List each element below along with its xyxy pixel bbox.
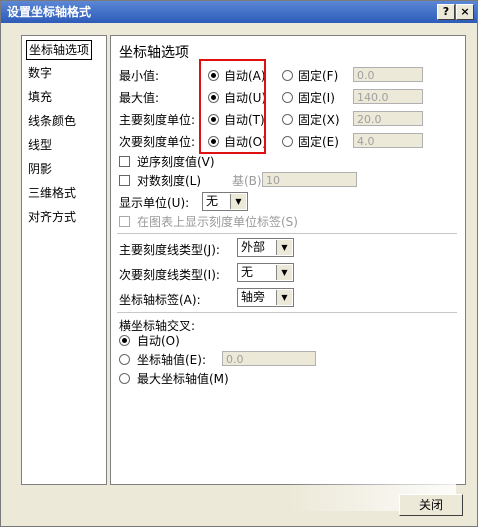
log-base-label: 基(B):: [232, 174, 266, 188]
display-unit-select[interactable]: 无 ▼: [202, 192, 248, 211]
format-axis-dialog: 设置坐标轴格式 ? × 坐标轴选项 数字 填充 线条颜色 线型 阴影 三维格式 …: [0, 0, 478, 527]
separator: [117, 233, 457, 234]
chevron-down-icon: ▼: [276, 265, 292, 280]
help-icon[interactable]: ?: [437, 4, 455, 20]
chevron-down-icon: ▼: [276, 290, 292, 305]
max-label: 最大值:: [119, 91, 160, 105]
cross-value-field[interactable]: 0.0: [222, 351, 316, 366]
axis-labels-value: 轴旁: [241, 290, 266, 304]
minor-unit-value-field[interactable]: 4.0: [353, 133, 423, 148]
cross-value-radio[interactable]: [119, 354, 130, 365]
nav-item-line-color[interactable]: 线条颜色: [26, 112, 78, 130]
nav-item-shadow[interactable]: 阴影: [26, 160, 54, 178]
highlight-annotation: [199, 59, 266, 154]
major-tick-select[interactable]: 外部 ▼: [237, 238, 294, 257]
minor-unit-fixed-label: 固定(E): [298, 135, 339, 149]
axis-options-panel: 坐标轴选项 最小值: 自动(A) 固定(F) 0.0 最大值: 自动(U) 固定…: [110, 35, 466, 485]
axis-labels-select[interactable]: 轴旁 ▼: [237, 288, 294, 307]
show-unit-label-checkbox[interactable]: [119, 216, 130, 227]
major-tick-label: 主要刻度线类型(J):: [119, 243, 220, 257]
reverse-checkbox[interactable]: [119, 156, 130, 167]
max-fixed-radio[interactable]: [282, 92, 293, 103]
log-base-field[interactable]: 10: [262, 172, 357, 187]
minor-tick-label: 次要刻度线类型(I):: [119, 268, 220, 282]
chevron-down-icon: ▼: [276, 240, 292, 255]
dialog-title: 设置坐标轴格式: [7, 5, 92, 19]
cross-max-radio[interactable]: [119, 373, 130, 384]
nav-item-fill[interactable]: 填充: [26, 88, 54, 106]
panel-heading: 坐标轴选项: [119, 45, 189, 61]
max-fixed-label: 固定(I): [298, 91, 335, 105]
minor-tick-value: 无: [241, 265, 254, 279]
nav-item-line-style[interactable]: 线型: [26, 136, 54, 154]
major-unit-fixed-label: 固定(X): [298, 113, 340, 127]
major-unit-value-field[interactable]: 20.0: [353, 111, 423, 126]
chevron-down-icon: ▼: [230, 194, 246, 209]
reverse-label: 逆序刻度值(V): [137, 155, 215, 169]
minor-unit-label: 次要刻度单位:: [119, 135, 196, 149]
display-unit-label: 显示单位(U):: [119, 196, 190, 210]
log-scale-label: 对数刻度(L): [137, 174, 202, 188]
major-unit-fixed-radio[interactable]: [282, 114, 293, 125]
cross-value-label: 坐标轴值(E):: [137, 353, 206, 367]
major-unit-label: 主要刻度单位:: [119, 113, 196, 127]
nav-item-3d-format[interactable]: 三维格式: [26, 184, 78, 202]
close-icon[interactable]: ×: [456, 4, 474, 20]
major-tick-value: 外部: [241, 240, 266, 254]
cross-max-label: 最大坐标轴值(M): [137, 372, 229, 386]
axis-labels-label: 坐标轴标签(A):: [119, 293, 201, 307]
nav-item-number[interactable]: 数字: [26, 64, 54, 82]
max-value-field[interactable]: 140.0: [353, 89, 423, 104]
nav-item-axis-options[interactable]: 坐标轴选项: [26, 40, 93, 60]
min-value-field[interactable]: 0.0: [353, 67, 423, 82]
minor-unit-fixed-radio[interactable]: [282, 136, 293, 147]
separator: [117, 312, 457, 313]
cross-auto-label: 自动(O): [137, 334, 180, 348]
min-fixed-label: 固定(F): [298, 69, 339, 83]
show-unit-label-text: 在图表上显示刻度单位标签(S): [137, 215, 298, 229]
minor-tick-select[interactable]: 无 ▼: [237, 263, 294, 282]
min-fixed-radio[interactable]: [282, 70, 293, 81]
category-list: 坐标轴选项 数字 填充 线条颜色 线型 阴影 三维格式 对齐方式: [21, 35, 107, 485]
display-unit-value: 无: [206, 194, 219, 208]
log-scale-checkbox[interactable]: [119, 175, 130, 186]
close-button[interactable]: 关闭: [399, 494, 463, 516]
min-label: 最小值:: [119, 69, 160, 83]
title-bar: 设置坐标轴格式 ? ×: [1, 1, 477, 23]
cross-auto-radio[interactable]: [119, 335, 130, 346]
nav-item-alignment[interactable]: 对齐方式: [26, 208, 78, 226]
